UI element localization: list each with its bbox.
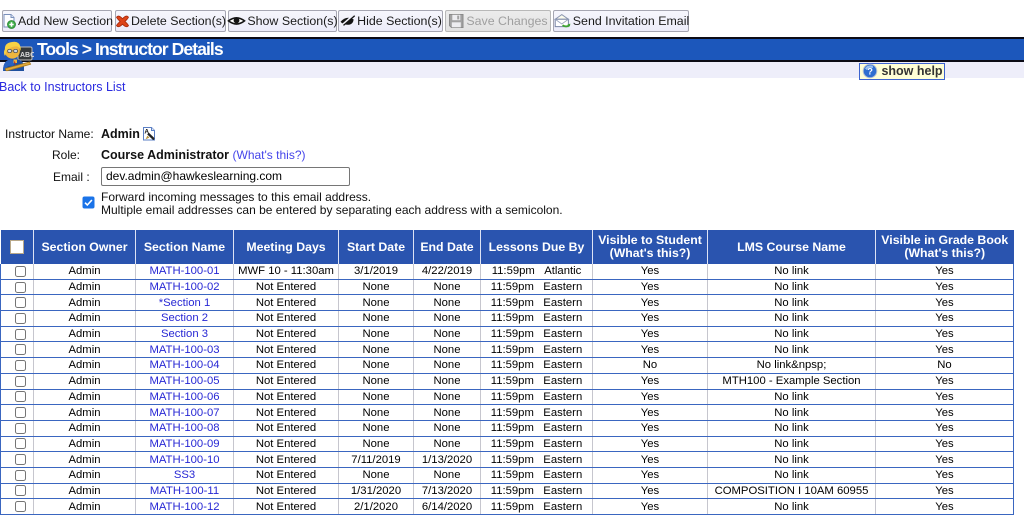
svg-text:ABC: ABC xyxy=(20,52,34,59)
svg-text:?: ? xyxy=(867,67,873,78)
